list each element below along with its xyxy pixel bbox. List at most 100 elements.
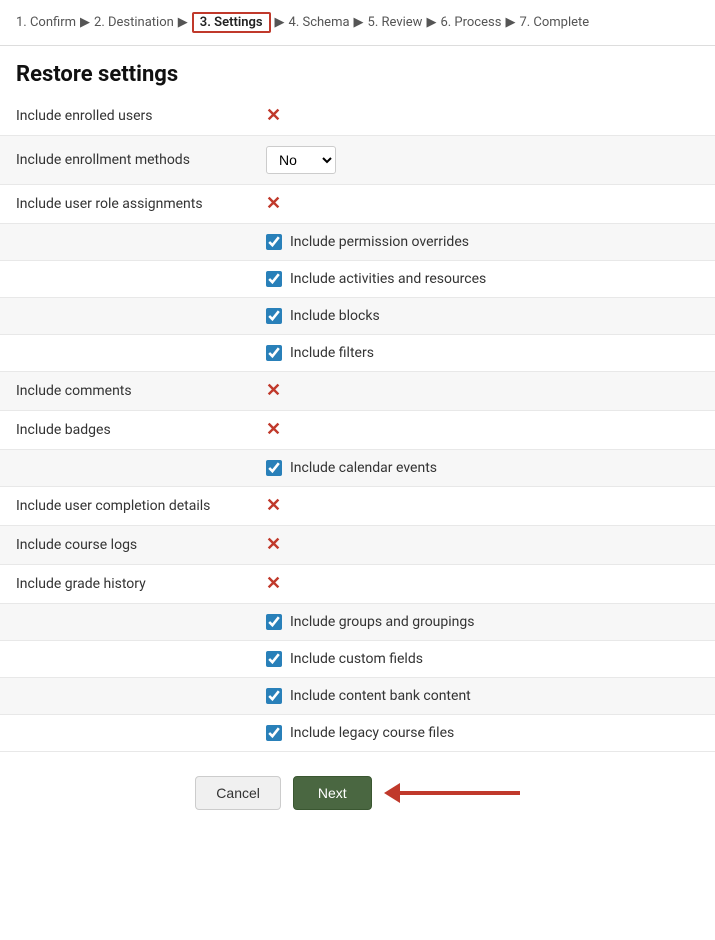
checkbox-input[interactable]: [266, 271, 282, 287]
checkbox-input[interactable]: [266, 651, 282, 667]
setting-value: ✕: [250, 185, 715, 224]
checkbox-label: Include activities and resources: [290, 271, 486, 287]
breadcrumb-arrow-3: ▶: [275, 15, 285, 30]
setting-value[interactable]: NoYes: [250, 136, 715, 185]
setting-label-empty: [0, 450, 250, 487]
checkbox-label-row: Include legacy course files: [266, 725, 699, 741]
checkbox-input[interactable]: [266, 688, 282, 704]
table-row: Include groups and groupings: [0, 604, 715, 641]
setting-label: Include course logs: [0, 526, 250, 565]
checkbox-label-row: Include calendar events: [266, 460, 699, 476]
checkbox-input[interactable]: [266, 614, 282, 630]
breadcrumb-step-5[interactable]: 5. Review: [368, 15, 423, 30]
table-row: Include permission overrides: [0, 224, 715, 261]
breadcrumb-step-2[interactable]: 2. Destination: [94, 15, 174, 30]
setting-value: ✕: [250, 487, 715, 526]
setting-label: Include user role assignments: [0, 185, 250, 224]
settings-table: Include enrolled users ✕ Include enrollmen…: [0, 97, 715, 752]
table-row: Include filters: [0, 335, 715, 372]
setting-value: ✕: [250, 411, 715, 450]
setting-checkbox-row[interactable]: Include custom fields: [250, 641, 715, 678]
checkbox-input[interactable]: [266, 460, 282, 476]
table-row: Include enrolled users ✕: [0, 97, 715, 136]
checkbox-label-row: Include blocks: [266, 308, 699, 324]
table-row: Include user role assignments ✕: [0, 185, 715, 224]
table-row: Include custom fields: [0, 641, 715, 678]
checkbox-input[interactable]: [266, 308, 282, 324]
checkbox-label-row: Include activities and resources: [266, 271, 699, 287]
setting-label: Include enrollment methods: [0, 136, 250, 185]
table-row: Include blocks: [0, 298, 715, 335]
checkbox-label-row: Include custom fields: [266, 651, 699, 667]
checkbox-label: Include filters: [290, 345, 374, 361]
table-row: Include content bank content: [0, 678, 715, 715]
checkbox-label: Include custom fields: [290, 651, 423, 667]
setting-checkbox-row[interactable]: Include blocks: [250, 298, 715, 335]
setting-label-empty: [0, 678, 250, 715]
x-mark-icon: ✕: [266, 380, 281, 401]
x-mark-icon: ✕: [266, 495, 281, 516]
checkbox-label: Include content bank content: [290, 688, 471, 704]
setting-checkbox-row[interactable]: Include permission overrides: [250, 224, 715, 261]
breadcrumb-step-3[interactable]: 3. Settings: [192, 12, 271, 33]
table-row: Include user completion details ✕: [0, 487, 715, 526]
checkbox-label: Include permission overrides: [290, 234, 469, 250]
checkbox-input[interactable]: [266, 345, 282, 361]
table-row: Include grade history✕: [0, 565, 715, 604]
setting-checkbox-row[interactable]: Include groups and groupings: [250, 604, 715, 641]
setting-checkbox-row[interactable]: Include filters: [250, 335, 715, 372]
checkbox-label-row: Include content bank content: [266, 688, 699, 704]
setting-label: Include comments: [0, 372, 250, 411]
checkbox-label-row: Include permission overrides: [266, 234, 699, 250]
x-mark-icon: ✕: [266, 534, 281, 555]
setting-label: Include badges: [0, 411, 250, 450]
breadcrumb-arrow-2: ▶: [178, 15, 188, 30]
setting-checkbox-row[interactable]: Include calendar events: [250, 450, 715, 487]
setting-checkbox-row[interactable]: Include content bank content: [250, 678, 715, 715]
checkbox-label: Include groups and groupings: [290, 614, 474, 630]
setting-label-empty: [0, 335, 250, 372]
x-mark-icon: ✕: [266, 105, 281, 126]
setting-label-empty: [0, 224, 250, 261]
checkbox-label-row: Include groups and groupings: [266, 614, 699, 630]
setting-label: Include enrolled users: [0, 97, 250, 136]
footer: Cancel Next: [0, 760, 715, 826]
setting-checkbox-row[interactable]: Include legacy course files: [250, 715, 715, 752]
setting-value: ✕: [250, 372, 715, 411]
table-row: Include course logs ✕: [0, 526, 715, 565]
checkbox-label: Include blocks: [290, 308, 380, 324]
breadcrumb: 1. Confirm ▶ 2. Destination ▶ 3. Setting…: [0, 0, 715, 46]
checkbox-input[interactable]: [266, 725, 282, 741]
setting-value: ✕: [250, 565, 715, 604]
enrollment-methods-select[interactable]: NoYes: [266, 146, 336, 174]
setting-label: Include user completion details: [0, 487, 250, 526]
x-mark-icon: ✕: [266, 193, 281, 214]
cancel-button[interactable]: Cancel: [195, 776, 281, 810]
setting-label-empty: [0, 298, 250, 335]
breadcrumb-step-4[interactable]: 4. Schema: [289, 15, 350, 30]
setting-value: ✕: [250, 97, 715, 136]
breadcrumb-step-6[interactable]: 6. Process: [440, 15, 501, 30]
arrow-annotation: [384, 783, 520, 803]
table-row: Include calendar events: [0, 450, 715, 487]
breadcrumb-step-1[interactable]: 1. Confirm: [16, 15, 76, 30]
setting-label-empty: [0, 641, 250, 678]
setting-label: Include grade history: [0, 565, 250, 604]
breadcrumb-arrow-6: ▶: [505, 15, 515, 30]
checkbox-input[interactable]: [266, 234, 282, 250]
breadcrumb-step-7[interactable]: 7. Complete: [519, 15, 589, 30]
arrow-head-icon: [384, 783, 400, 803]
page-title: Restore settings: [0, 46, 715, 97]
table-row: Include enrollment methods NoYes: [0, 136, 715, 185]
table-row: Include comments ✕: [0, 372, 715, 411]
setting-checkbox-row[interactable]: Include activities and resources: [250, 261, 715, 298]
next-button[interactable]: Next: [293, 776, 372, 810]
checkbox-label: Include calendar events: [290, 460, 437, 476]
setting-label-empty: [0, 261, 250, 298]
checkbox-label: Include legacy course files: [290, 725, 454, 741]
checkbox-label-row: Include filters: [266, 345, 699, 361]
setting-label-empty: [0, 604, 250, 641]
table-row: Include badges✕: [0, 411, 715, 450]
table-row: Include legacy course files: [0, 715, 715, 752]
setting-value: ✕: [250, 526, 715, 565]
